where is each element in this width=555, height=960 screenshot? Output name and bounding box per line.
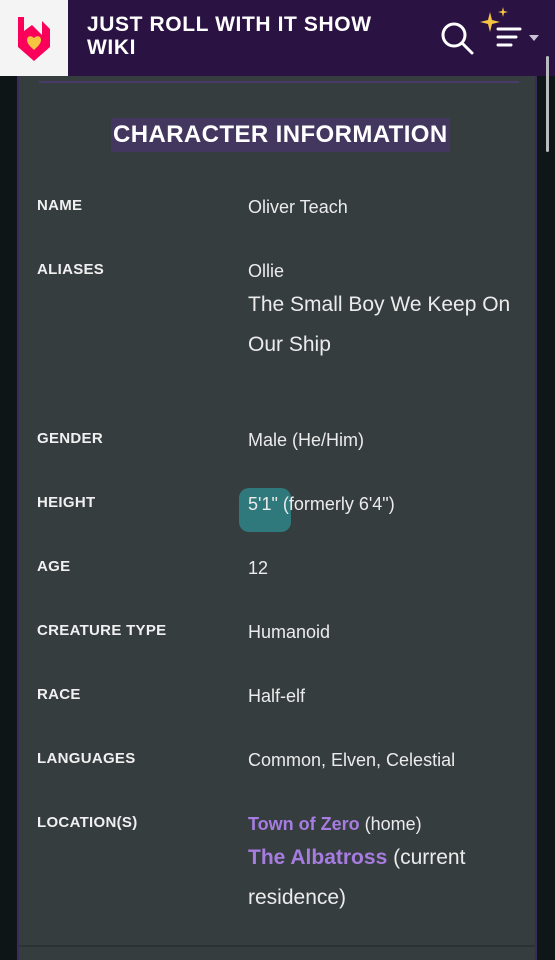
aliases-value-2: The Small Boy We Keep On Our Ship bbox=[248, 293, 511, 356]
section-title: CHARACTER INFORMATION bbox=[111, 118, 450, 152]
the-albatross-link[interactable]: The Albatross bbox=[248, 846, 387, 869]
menu-icon bbox=[496, 27, 539, 47]
creature-type-label: CREATURE TYPE bbox=[37, 622, 167, 639]
aliases-label: ALIASES bbox=[37, 261, 105, 278]
height-label: HEIGHT bbox=[37, 494, 96, 511]
name-label: NAME bbox=[37, 197, 83, 214]
location-line-1: Town of Zero (home) bbox=[248, 812, 533, 836]
location-1-suffix: (home) bbox=[359, 814, 422, 834]
menu-button[interactable] bbox=[478, 6, 544, 52]
race-value: Half-elf bbox=[248, 686, 306, 706]
fandom-logo[interactable] bbox=[0, 0, 68, 76]
name-value: Oliver Teach bbox=[248, 197, 348, 217]
search-icon bbox=[441, 22, 474, 55]
creature-type-value: Humanoid bbox=[248, 622, 331, 642]
scrollbar[interactable] bbox=[546, 56, 549, 152]
aliases-value-1: Ollie bbox=[248, 261, 285, 281]
height-value: 5'1" (formerly 6'4") bbox=[248, 494, 395, 514]
languages-value: Common, Elven, Celestial bbox=[248, 750, 456, 770]
town-of-zero-link[interactable]: Town of Zero bbox=[248, 814, 360, 834]
race-label: RACE bbox=[37, 686, 81, 703]
locations-label: LOCATION(S) bbox=[37, 814, 138, 831]
age-label: AGE bbox=[37, 558, 71, 575]
age-value: 12 bbox=[248, 558, 269, 578]
infobox-top-divider bbox=[39, 81, 519, 83]
infobox-bottom-divider bbox=[19, 945, 535, 947]
gender-value: Male (He/Him) bbox=[248, 430, 365, 450]
languages-label: LANGUAGES bbox=[37, 750, 136, 767]
character-infobox: CHARACTER INFORMATION NAME Oliver Teach … bbox=[17, 76, 537, 960]
top-bar: JUST ROLL WITH IT SHOW WIKI bbox=[0, 0, 555, 76]
location-line-2: The Albatross (current residence) bbox=[248, 838, 533, 918]
page-left-rail bbox=[0, 76, 16, 960]
search-button[interactable] bbox=[439, 20, 475, 56]
wiki-title[interactable]: JUST ROLL WITH IT SHOW WIKI bbox=[87, 13, 407, 59]
fandom-heart-logo-icon bbox=[18, 17, 50, 61]
gender-label: GENDER bbox=[37, 430, 103, 447]
